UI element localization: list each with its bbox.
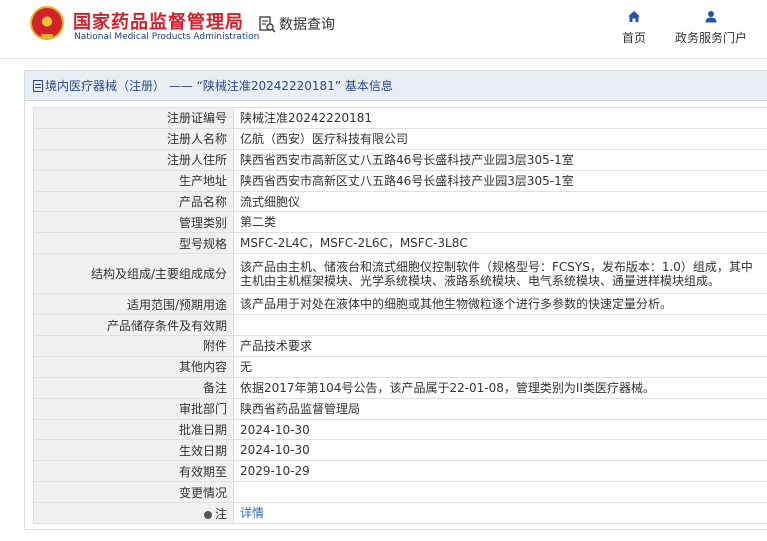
- table-row: 审批部门 陕西省药品监督管理局: [33, 397, 767, 420]
- site-header: 国家药品监督管理局 National Medical Products Admi…: [0, 0, 767, 58]
- field-label: 备注: [33, 376, 234, 399]
- panel-title-bar: 境内医疗器械（注册） —— “陕械注准20242220181” 基本信息: [25, 71, 767, 101]
- field-value: 陕械注准20242220181: [233, 107, 767, 129]
- field-value: 第二类: [233, 211, 767, 234]
- field-value: 陕西省药品监督管理局: [233, 397, 767, 420]
- field-value: 陕西省西安市高新区丈八五路46号长盛科技产业园3层305-1室: [233, 148, 767, 171]
- table-row: 生效日期 2024-10-30: [33, 439, 767, 462]
- table-row: 附件 产品技术要求: [33, 335, 767, 357]
- field-label: 注册人名称: [33, 127, 234, 150]
- user-icon: [704, 10, 718, 26]
- field-label: 注册证编号: [33, 107, 234, 129]
- field-label: 其他内容: [33, 355, 234, 378]
- field-value: [233, 481, 767, 504]
- table-row: 管理类别 第二类: [33, 211, 767, 234]
- brand-name-en: National Medical Products Administration: [74, 32, 260, 42]
- field-label: 结构及组成/主要组成成分: [33, 253, 234, 295]
- field-value: [233, 314, 767, 337]
- field-label: 注册人住所: [33, 148, 234, 171]
- field-value: 该产品由主机、储液台和流式细胞仪控制软件（规格型号：FCSYS，发布版本：1.0…: [233, 253, 767, 295]
- field-label: 生效日期: [33, 439, 234, 462]
- field-label: 产品储存条件及有效期: [33, 314, 234, 337]
- table-row: 产品储存条件及有效期: [33, 314, 767, 337]
- field-value: 亿航（西安）医疗科技有限公司: [233, 127, 767, 150]
- field-label: 有效期至: [33, 460, 234, 483]
- field-value: MSFC-2L4C，MSFC-2L6C，MSFC-3L8C: [233, 232, 767, 255]
- field-label: 型号规格: [33, 232, 234, 255]
- note-label-cell: 注: [33, 502, 234, 525]
- field-label: 附件: [33, 335, 234, 357]
- panel-title: 境内医疗器械（注册） —— “陕械注准20242220181” 基本信息: [45, 79, 393, 93]
- data-query-label: 数据查询: [279, 17, 335, 33]
- field-value: 依据2017年第104号公告，该产品属于22-01-08，管理类别为II类医疗器…: [233, 376, 767, 399]
- field-label: 适用范围/预期用途: [33, 293, 234, 316]
- table-row: 产品名称 流式细胞仪: [33, 190, 767, 213]
- field-label: 批准日期: [33, 418, 234, 441]
- field-value: 2024-10-30: [233, 418, 767, 441]
- table-row: 批准日期 2024-10-30: [33, 418, 767, 441]
- table-row-note: 注详情: [33, 502, 767, 525]
- details-link[interactable]: 详情: [240, 506, 264, 520]
- field-label: 变更情况: [33, 481, 234, 504]
- nav-service-label: 政务服务门户: [675, 31, 748, 45]
- table-row: 注册证编号 陕械注准20242220181: [33, 107, 767, 129]
- field-value: 该产品用于对处在液体中的细胞或其他生物微粒逐个进行多参数的快速定量分析。: [233, 293, 767, 316]
- record-table: 注册证编号 陕械注准20242220181 注册人名称 亿航（西安）医疗科技有限公司注…: [33, 107, 767, 525]
- table-row: 型号规格 MSFC-2L4C，MSFC-2L6C，MSFC-3L8C: [33, 232, 767, 255]
- field-label: 管理类别: [33, 211, 234, 234]
- national-emblem-logo: [30, 6, 64, 40]
- field-value: 流式细胞仪: [233, 190, 767, 213]
- table-row: 生产地址 陕西省西安市高新区丈八五路46号长盛科技产业园3层305-1室: [33, 169, 767, 192]
- note-value-cell: 详情: [233, 502, 767, 525]
- field-label: 生产地址: [33, 169, 234, 192]
- field-value: 产品技术要求: [233, 335, 767, 357]
- field-value: 2024-10-30: [233, 439, 767, 462]
- table-row: 有效期至 2029-10-29: [33, 460, 767, 483]
- table-row: 注册人名称 亿航（西安）医疗科技有限公司: [33, 127, 767, 150]
- field-value: 无: [233, 355, 767, 378]
- table-row: 变更情况: [33, 481, 767, 504]
- nav-service-portal[interactable]: 政务服务门户: [675, 10, 747, 46]
- field-value: 2029-10-29: [233, 460, 767, 483]
- brand-name-cn[interactable]: 国家药品监督管理局: [73, 8, 244, 34]
- data-query-icon: [258, 15, 276, 33]
- header-divider: [0, 58, 767, 59]
- home-icon: [627, 10, 641, 26]
- table-row: 备注 依据2017年第104号公告，该产品属于22-01-08，管理类别为II类医…: [33, 376, 767, 399]
- table-row: 适用范围/预期用途 该产品用于对处在液体中的细胞或其他生物微粒逐个进行多参数的快速…: [33, 293, 767, 316]
- record-panel: 境内医疗器械（注册） —— “陕械注准20242220181” 基本信息 注册证…: [24, 70, 767, 530]
- lightbulb-icon: [203, 510, 212, 519]
- document-icon: [33, 79, 43, 92]
- field-label: 产品名称: [33, 190, 234, 213]
- table-row: 其他内容无: [33, 355, 767, 378]
- nav-home-label: 首页: [622, 31, 647, 45]
- table-row: 结构及组成/主要组成成分 该产品由主机、储液台和流式细胞仪控制软件（规格型号：FC…: [33, 253, 767, 295]
- table-row: 注册人住所 陕西省西安市高新区丈八五路46号长盛科技产业园3层305-1室: [33, 148, 767, 171]
- data-query-link[interactable]: 数据查询: [258, 14, 335, 34]
- field-value: 陕西省西安市高新区丈八五路46号长盛科技产业园3层305-1室: [233, 169, 767, 192]
- field-label: 审批部门: [33, 397, 234, 420]
- nav-home[interactable]: 首页: [622, 10, 646, 46]
- note-label: 注: [214, 506, 227, 521]
